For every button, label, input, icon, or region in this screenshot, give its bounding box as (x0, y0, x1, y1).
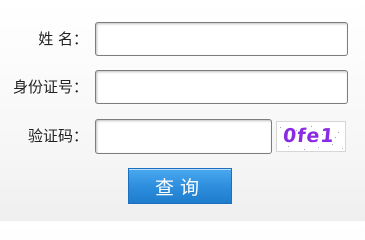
captcha-image[interactable]: 0fe1 (276, 121, 346, 152)
query-form: 姓 名： 身份证号： 验证码： 0fe1 查询 (0, 0, 365, 221)
name-label: 姓 名： (38, 30, 88, 48)
captcha-label: 验证码： (27, 127, 88, 145)
id-number-label: 身份证号： (12, 78, 88, 96)
captcha-input[interactable] (95, 119, 272, 154)
query-button[interactable]: 查询 (128, 168, 232, 204)
id-number-input[interactable] (95, 70, 348, 104)
captcha-text: 0fe1 (281, 125, 336, 147)
name-input[interactable] (95, 22, 348, 56)
